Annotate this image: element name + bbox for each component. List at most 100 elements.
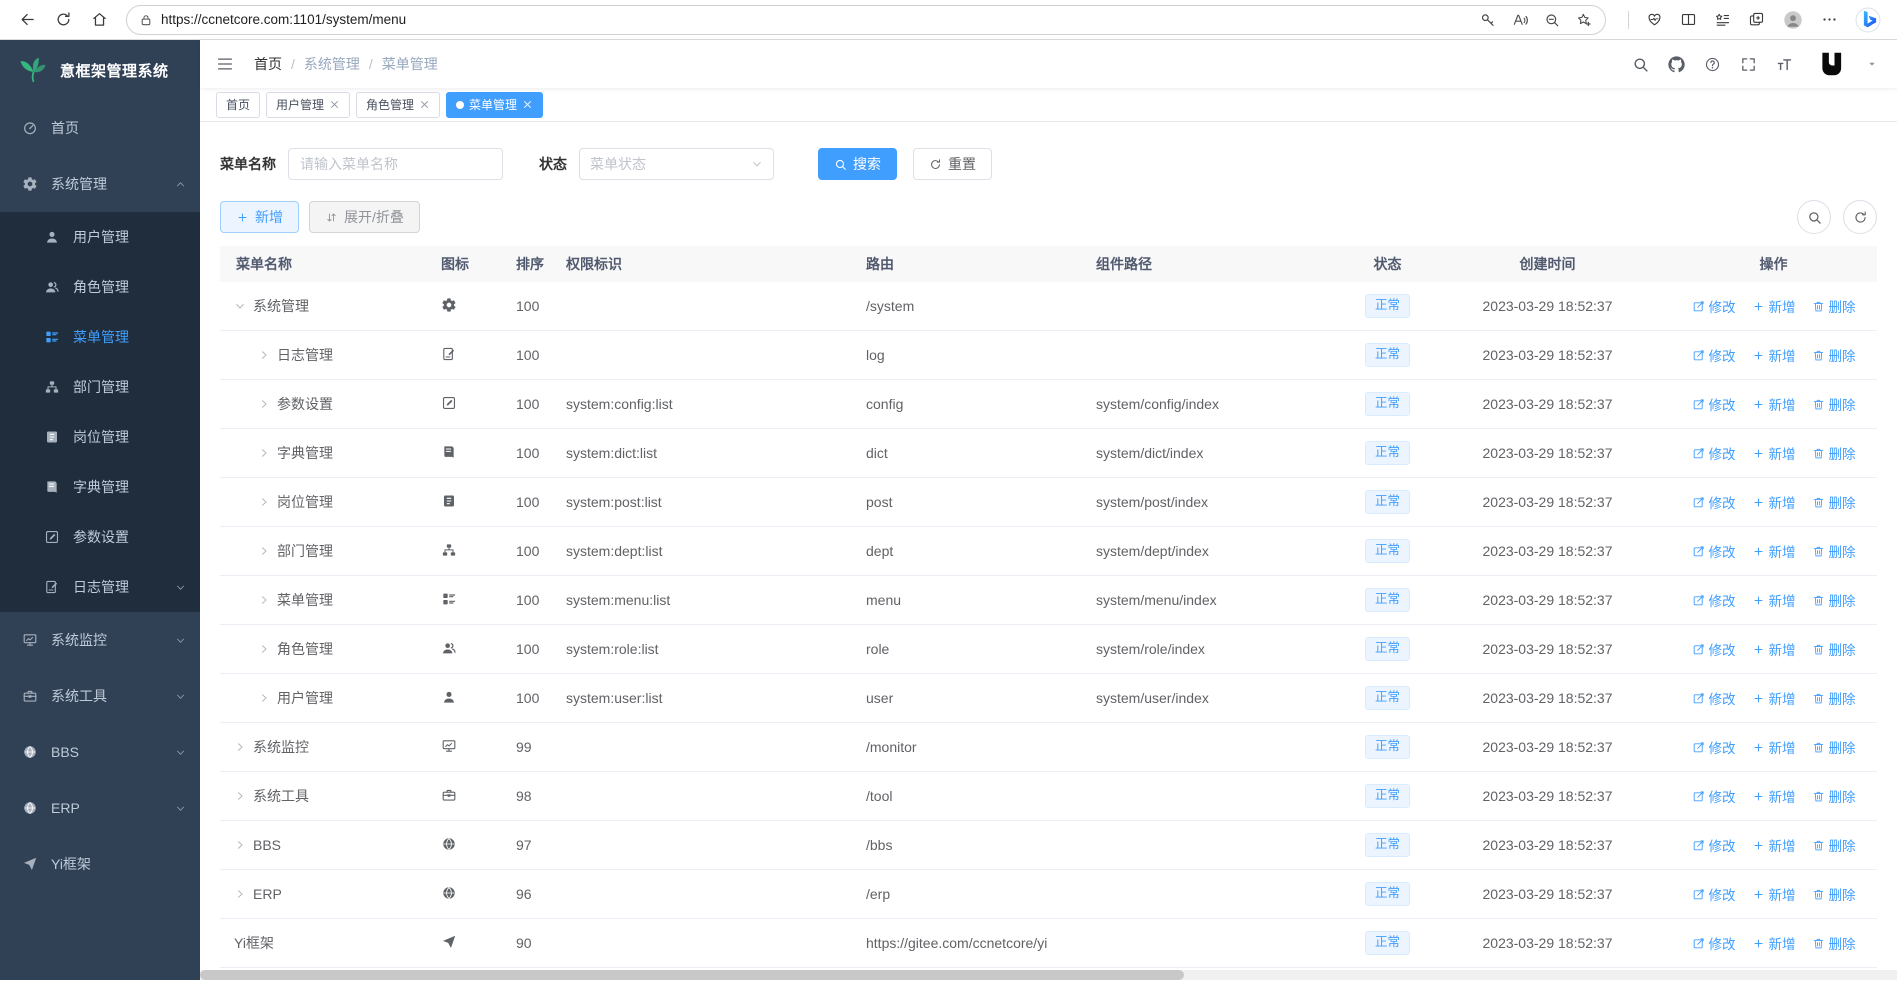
breadcrumb-item[interactable]: 系统管理 <box>304 54 360 74</box>
sidebar-item-yi[interactable]: Yi框架 <box>0 836 200 892</box>
reset-button[interactable]: 重置 <box>913 148 992 180</box>
edit-action[interactable]: 修改 <box>1692 345 1736 365</box>
sidebar-item-log[interactable]: 日志管理 <box>0 562 200 612</box>
table-search-button[interactable] <box>1797 200 1831 234</box>
tab-home[interactable]: 首页 <box>216 91 261 118</box>
tab-menu[interactable]: 菜单管理 <box>446 91 544 118</box>
delete-action[interactable]: 删除 <box>1812 590 1856 610</box>
delete-action[interactable]: 删除 <box>1812 786 1856 806</box>
browser-essentials-button[interactable] <box>1646 11 1663 28</box>
avatar-caret-icon[interactable] <box>1867 59 1877 69</box>
tab-close-icon[interactable] <box>329 99 340 110</box>
browser-reload-button[interactable] <box>46 3 80 37</box>
edit-action[interactable]: 修改 <box>1692 296 1736 316</box>
edit-action[interactable]: 修改 <box>1692 737 1736 757</box>
expand-toggle-icon[interactable] <box>234 839 246 851</box>
add-action[interactable]: 新增 <box>1752 786 1796 806</box>
add-action[interactable]: 新增 <box>1752 933 1796 953</box>
edit-action[interactable]: 修改 <box>1692 443 1736 463</box>
browser-home-button[interactable] <box>82 3 116 37</box>
delete-action[interactable]: 删除 <box>1812 394 1856 414</box>
horizontal-scrollbar[interactable] <box>200 970 1897 980</box>
sidebar-item-monitor[interactable]: 系统监控 <box>0 612 200 668</box>
delete-action[interactable]: 删除 <box>1812 737 1856 757</box>
add-action[interactable]: 新增 <box>1752 541 1796 561</box>
tab-close-icon[interactable] <box>419 99 430 110</box>
question-button[interactable] <box>1704 56 1721 73</box>
edit-action[interactable]: 修改 <box>1692 786 1736 806</box>
split-screen-button[interactable] <box>1680 11 1697 28</box>
tabs-button[interactable] <box>1748 11 1765 28</box>
edit-action[interactable]: 修改 <box>1692 541 1736 561</box>
delete-action[interactable]: 删除 <box>1812 345 1856 365</box>
sidebar-item-menu[interactable]: 菜单管理 <box>0 312 200 362</box>
add-action[interactable]: 新增 <box>1752 345 1796 365</box>
font-size-button[interactable] <box>1776 56 1793 73</box>
sidebar-item-bbs[interactable]: BBS <box>0 724 200 780</box>
add-action[interactable]: 新增 <box>1752 737 1796 757</box>
scrollbar-thumb[interactable] <box>200 970 1185 980</box>
app-logo-row[interactable]: 意框架管理系统 <box>0 40 200 100</box>
add-action[interactable]: 新增 <box>1752 639 1796 659</box>
delete-action[interactable]: 删除 <box>1812 443 1856 463</box>
address-bar[interactable]: https://ccnetcore.com:1101/system/menu <box>126 4 1606 35</box>
expand-toggle-icon[interactable] <box>258 594 270 606</box>
sidebar-toggle-button[interactable] <box>200 40 250 88</box>
tab-role[interactable]: 角色管理 <box>356 91 441 118</box>
sidebar-item-dict[interactable]: 字典管理 <box>0 462 200 512</box>
edit-action[interactable]: 修改 <box>1692 884 1736 904</box>
read-aloud-button[interactable] <box>1511 11 1529 29</box>
expand-toggle-icon[interactable] <box>258 643 270 655</box>
zoom-out-button[interactable] <box>1543 11 1561 29</box>
sidebar-item-tool[interactable]: 系统工具 <box>0 668 200 724</box>
tab-close-icon[interactable] <box>522 99 533 110</box>
edit-action[interactable]: 修改 <box>1692 933 1736 953</box>
delete-action[interactable]: 删除 <box>1812 933 1856 953</box>
edit-action[interactable]: 修改 <box>1692 492 1736 512</box>
url-text[interactable]: https://ccnetcore.com:1101/system/menu <box>161 12 1465 27</box>
delete-action[interactable]: 删除 <box>1812 541 1856 561</box>
user-avatar-logo[interactable] <box>1818 49 1848 79</box>
menu-name-input[interactable] <box>288 148 503 180</box>
add-action[interactable]: 新增 <box>1752 443 1796 463</box>
expand-toggle-icon[interactable] <box>234 888 246 900</box>
edit-action[interactable]: 修改 <box>1692 394 1736 414</box>
expand-toggle-icon[interactable] <box>258 545 270 557</box>
edit-action[interactable]: 修改 <box>1692 590 1736 610</box>
delete-action[interactable]: 删除 <box>1812 296 1856 316</box>
profile-button[interactable] <box>1782 9 1804 31</box>
add-action[interactable]: 新增 <box>1752 884 1796 904</box>
search-button[interactable] <box>1632 56 1649 73</box>
add-action[interactable]: 新增 <box>1752 835 1796 855</box>
breadcrumb-item[interactable]: 首页 <box>254 54 282 74</box>
sidebar-item-erp[interactable]: ERP <box>0 780 200 836</box>
sidebar-item-user[interactable]: 用户管理 <box>0 212 200 262</box>
expand-toggle-icon[interactable] <box>234 741 246 753</box>
favorites-add-button[interactable] <box>1575 11 1593 29</box>
sidebar-item-system[interactable]: 系统管理 <box>0 156 200 212</box>
expand-collapse-button[interactable]: 展开/折叠 <box>309 201 420 233</box>
delete-action[interactable]: 删除 <box>1812 492 1856 512</box>
add-action[interactable]: 新增 <box>1752 688 1796 708</box>
sidebar-item-post[interactable]: 岗位管理 <box>0 412 200 462</box>
delete-action[interactable]: 删除 <box>1812 835 1856 855</box>
edit-action[interactable]: 修改 <box>1692 835 1736 855</box>
edit-action[interactable]: 修改 <box>1692 639 1736 659</box>
status-select[interactable]: 菜单状态 <box>579 148 774 180</box>
add-action[interactable]: 新增 <box>1752 296 1796 316</box>
tab-user[interactable]: 用户管理 <box>266 91 351 118</box>
expand-toggle-icon[interactable] <box>258 398 270 410</box>
table-refresh-button[interactable] <box>1843 200 1877 234</box>
expand-toggle-icon[interactable] <box>234 790 246 802</box>
expand-toggle-icon[interactable] <box>258 349 270 361</box>
add-action[interactable]: 新增 <box>1752 492 1796 512</box>
bing-button[interactable] <box>1855 7 1881 33</box>
sidebar-item-config[interactable]: 参数设置 <box>0 512 200 562</box>
delete-action[interactable]: 删除 <box>1812 639 1856 659</box>
key-button[interactable] <box>1479 11 1497 29</box>
sidebar-item-home[interactable]: 首页 <box>0 100 200 156</box>
expand-toggle-icon[interactable] <box>258 447 270 459</box>
edit-action[interactable]: 修改 <box>1692 688 1736 708</box>
expand-toggle-icon[interactable] <box>234 300 246 312</box>
more-button[interactable] <box>1821 11 1838 28</box>
